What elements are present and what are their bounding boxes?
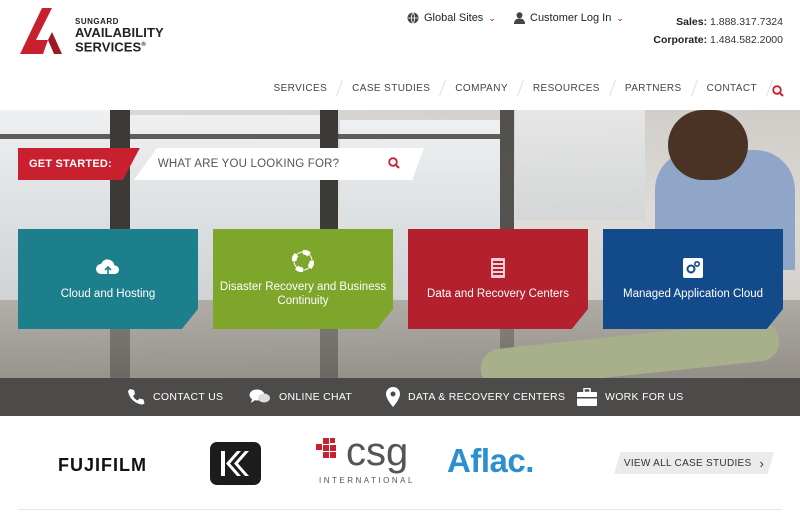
logo-availability: AVAILABILITY [75,25,164,40]
tile-cloud-hosting[interactable]: Cloud and Hosting [18,229,198,329]
chevron-right-icon: › [759,455,765,471]
globe-icon [407,12,419,24]
quick-links-bar: CONTACT US ONLINE CHAT DATA & RECOVERY C… [0,378,800,416]
cloud-upload-icon [95,258,121,278]
nav-resources[interactable]: RESOURCES [521,83,612,94]
gears-icon [683,257,703,278]
customer-login-label: Customer Log In [530,12,612,24]
phone-icon [128,389,145,405]
search-box [133,148,424,180]
contact-us-link[interactable]: CONTACT US [127,378,223,416]
contact-phones: Sales: 1.888.317.7324 Corporate: 1.484.5… [653,13,783,49]
logo-services: SERVICES® [75,39,164,53]
tile-label: Managed Application Cloud [622,287,764,300]
window-pane [515,110,645,220]
nav-services[interactable]: SERVICES [262,83,340,94]
person-head [668,110,748,180]
csg-pixel-mark-icon [316,438,336,458]
user-icon [514,12,525,24]
global-sites-label: Global Sites [424,12,484,24]
nav-partners[interactable]: PARTNERS [613,83,694,94]
work-for-us-link[interactable]: WORK FOR US [577,378,684,416]
site-header: SUNGARD AVAILABILITY SERVICES® Global Si… [0,0,800,110]
tile-disaster-recovery[interactable]: Disaster Recovery and Business Continuit… [213,229,393,329]
nav-contact[interactable]: CONTACT [695,83,769,94]
tile-label: Disaster Recovery and Business Continuit… [219,280,387,307]
strip-label: CONTACT US [153,391,224,403]
corporate-phone-line: Corporate: 1.484.582.2000 [653,31,783,49]
strip-label: DATA & RECOVERY CENTERS [408,391,566,403]
nav-case-studies[interactable]: CASE STUDIES [340,83,442,94]
chat-bubbles-icon [249,389,270,403]
site-search-input[interactable] [157,148,378,180]
logo-reg-mark: ® [141,42,146,48]
sales-phone[interactable]: 1.888.317.7324 [710,16,783,28]
online-chat-link[interactable]: ONLINE CHAT [249,378,352,416]
main-nav: SERVICES CASE STUDIES COMPANY RESOURCES … [262,80,773,96]
fujifilm-logo[interactable]: FUJIFILM [58,455,147,476]
tile-managed-app-cloud[interactable]: Managed Application Cloud [603,229,783,329]
nav-company[interactable]: COMPANY [443,83,520,94]
briefcase-icon [577,388,597,406]
map-pin-icon [386,387,400,407]
view-all-case-studies-button[interactable]: VIEW ALL CASE STUDIES › [614,452,774,474]
get-started-label: GET STARTED: [18,148,140,180]
tile-data-centers[interactable]: Data and Recovery Centers [408,229,588,329]
kk-logo[interactable] [210,442,261,485]
strip-label: ONLINE CHAT [279,391,353,403]
sungard-logo-mark-icon [20,8,62,54]
server-rack-icon [490,257,506,278]
data-recovery-centers-link[interactable]: DATA & RECOVERY CENTERS [386,378,565,416]
divider [18,509,782,510]
chevron-down-icon: ⌄ [616,12,624,23]
get-started-search: GET STARTED: [18,148,424,180]
tile-label: Data and Recovery Centers [427,287,569,300]
global-sites-dropdown[interactable]: Global Sites ⌄ [407,12,496,24]
search-icon[interactable] [388,157,400,169]
logo-services-text: SERVICES [75,39,142,55]
tile-label: Cloud and Hosting [60,287,156,300]
logo-wordmark: SUNGARD AVAILABILITY SERVICES® [75,18,164,54]
aflac-logo[interactable]: Aflac. [447,442,534,480]
corporate-label: Corporate: [653,34,708,46]
search-icon[interactable] [772,85,784,97]
customer-logos: FUJIFILM csg INTERNATIONAL Aflac. VIEW A… [0,416,800,518]
customer-login-dropdown[interactable]: Customer Log In ⌄ [514,12,624,24]
csg-logo[interactable]: csg INTERNATIONAL [316,430,412,485]
view-all-label: VIEW ALL CASE STUDIES [623,457,752,469]
kk-mark-icon [221,451,249,476]
lifebuoy-icon [292,249,314,272]
corporate-phone[interactable]: 1.484.582.2000 [710,34,783,46]
sales-phone-line: Sales: 1.888.317.7324 [653,13,783,31]
window-frame [0,134,500,139]
sungard-logo[interactable]: SUNGARD AVAILABILITY SERVICES® [18,6,178,56]
chevron-down-icon: ⌄ [488,12,496,23]
csg-international: INTERNATIONAL [319,476,415,485]
csg-wordmark: csg [346,430,409,474]
sales-label: Sales: [676,16,708,28]
strip-label: WORK FOR US [605,391,684,403]
